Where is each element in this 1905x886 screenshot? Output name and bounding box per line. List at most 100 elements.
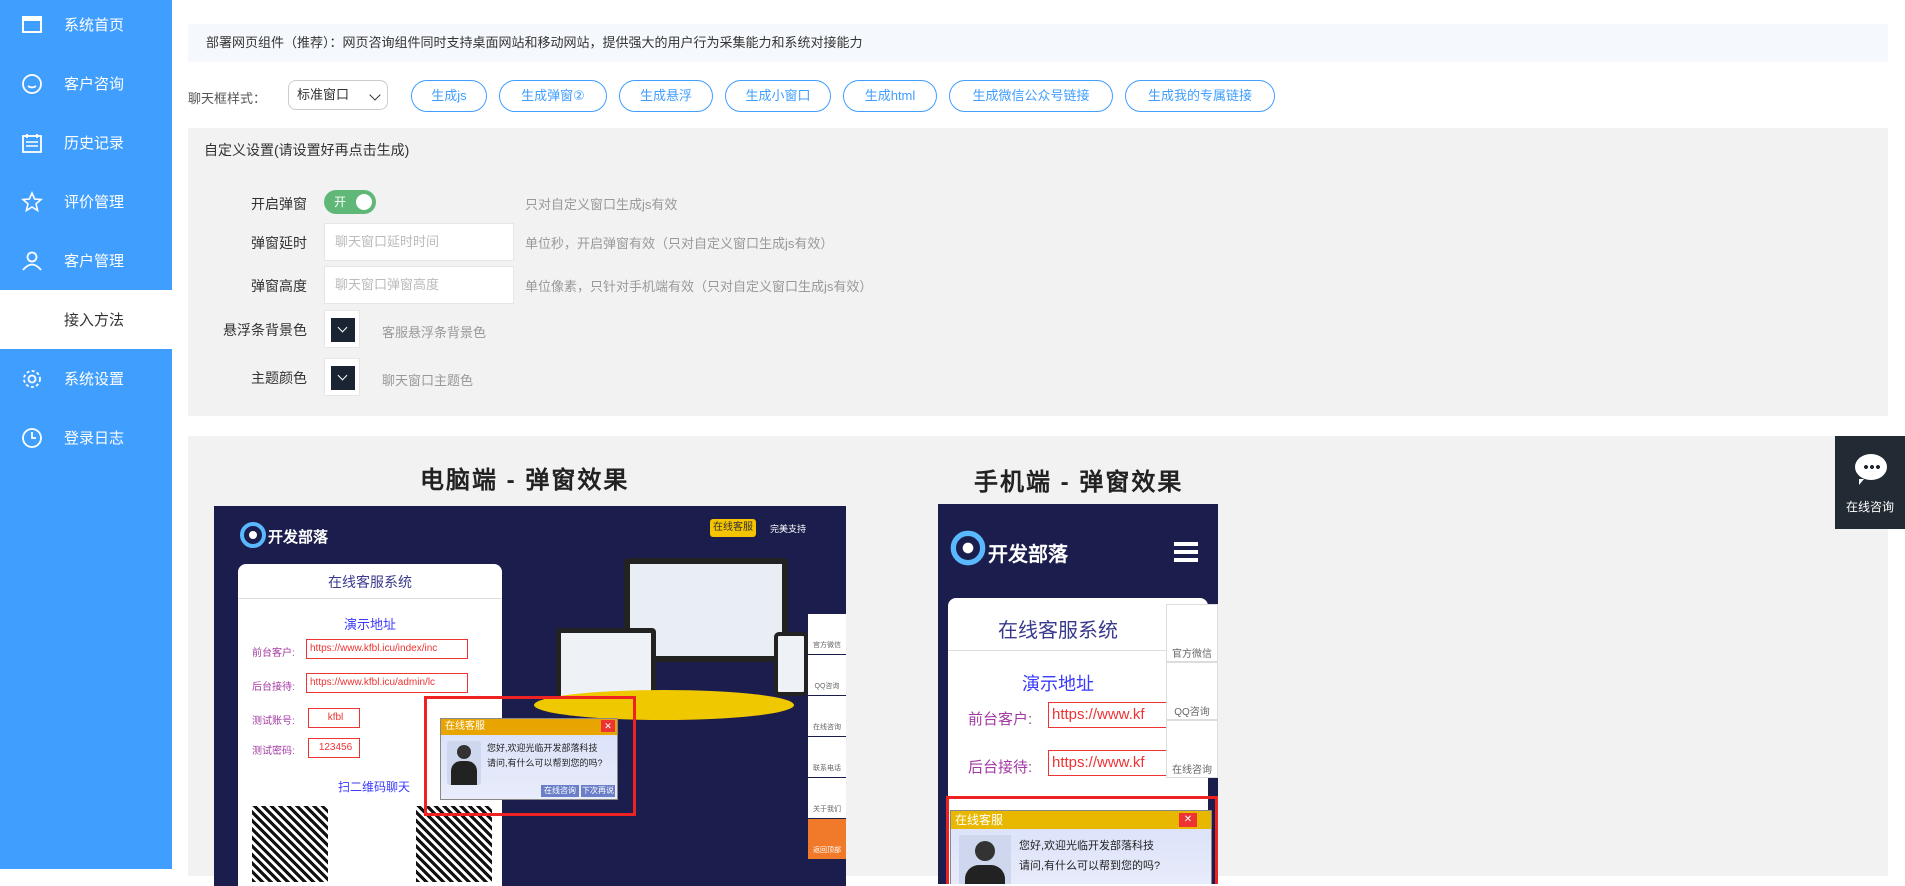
popup-height-row: 弹窗高度 聊天窗口弹窗高度 单位像素，只针对手机端有效（只对自定义窗口生成js有… — [188, 266, 1788, 304]
phone-device — [774, 632, 808, 696]
pc-field-label: 前台客户: — [252, 648, 295, 659]
qr-code — [416, 806, 492, 882]
pc-support-text: 完美支持 — [770, 524, 807, 534]
mobile-field-value: https://www.kf — [1048, 702, 1168, 728]
gen-exclusive-link-button[interactable]: 生成我的专属链接 — [1125, 80, 1275, 112]
popup-delay-label: 弹窗延时 — [251, 235, 307, 251]
sidebar-item-consult[interactable]: 客户咨询 — [0, 54, 172, 113]
pc-field-label: 测试账号: — [252, 716, 295, 727]
sidebar: 系统首页 客户咨询 历史记录 评价管理 客户管理 接入方法 系统设置 登录日志 — [0, 0, 172, 869]
pc-field-label: 测试密码: — [252, 746, 295, 757]
pc-field-value: https://www.kfbl.icu/admin/lc — [306, 673, 468, 693]
pc-side-wechat: 官方微信 — [808, 614, 846, 654]
color-swatch — [331, 366, 355, 390]
gen-wechat-link-button[interactable]: 生成微信公众号链接 — [949, 80, 1113, 112]
chat-style-value: 标准窗口 — [297, 87, 350, 102]
gen-popup-button[interactable]: 生成弹窗② — [499, 80, 607, 112]
logo-icon — [950, 530, 986, 566]
float-bg-row: 悬浮条背景色 客服悬浮条背景色 — [188, 310, 1788, 348]
float-bg-label: 悬浮条背景色 — [223, 322, 307, 338]
popup-enable-row: 开启弹窗 开 只对自定义窗口生成js有效 — [188, 184, 1788, 222]
popup-height-label: 弹窗高度 — [251, 278, 307, 294]
sidebar-item-label: 客户管理 — [64, 253, 125, 270]
pc-field-value: 123456 — [308, 738, 360, 758]
sidebar-item-login-log[interactable]: 登录日志 — [0, 408, 172, 467]
popup-enable-hint: 只对自定义窗口生成js有效 — [525, 197, 678, 212]
popup-enable-toggle[interactable]: 开 — [324, 190, 376, 214]
generate-toolbar: 聊天框样式： 标准窗口 生成js 生成弹窗② 生成悬浮 生成小窗口 生成html… — [188, 80, 1888, 112]
sidebar-item-label: 接入方法 — [64, 312, 125, 329]
chevron-down-icon — [369, 89, 381, 101]
sidebar-item-history[interactable]: 历史记录 — [0, 113, 172, 172]
gear-icon — [23, 369, 41, 388]
chat-style-select[interactable]: 标准窗口 — [288, 80, 388, 110]
float-chat-button[interactable]: 在线咨询 — [1835, 436, 1905, 529]
theme-color-label: 主题颜色 — [251, 370, 307, 386]
toggle-knob — [356, 194, 372, 210]
mobile-field-value: https://www.kf — [1048, 750, 1168, 776]
mobile-preview-title: 手机端 - 弹窗效果 — [974, 469, 1184, 496]
pc-preview-title: 电脑端 - 弹窗效果 — [420, 467, 630, 494]
color-swatch — [331, 318, 355, 342]
main-content: 部署网页组件（推荐）：网页咨询组件同时支持桌面网站和移动网站，提供强大的用户行为… — [172, 0, 1905, 886]
pc-field-value: https://www.kfbl.icu/index/inc — [306, 639, 468, 659]
sidebar-item-label: 系统设置 — [64, 371, 125, 388]
sidebar-item-home[interactable]: 系统首页 — [0, 0, 172, 54]
monitor-icon — [22, 15, 42, 33]
highlight-box — [424, 696, 636, 816]
sidebar-item-customers[interactable]: 客户管理 — [0, 231, 172, 290]
pc-card-sub: 演示地址 — [343, 617, 396, 632]
chat-style-label: 聊天框样式： — [188, 91, 267, 106]
float-chat-label: 在线咨询 — [1845, 500, 1894, 514]
theme-color-row: 主题颜色 聊天窗口主题色 — [188, 358, 1788, 396]
pc-side-phone: 联系电话 — [808, 737, 846, 777]
pc-side-about: 关于我们 — [808, 778, 846, 818]
highlight-box — [946, 796, 1218, 884]
mobile-card-title: 在线客服系统 — [998, 620, 1118, 642]
mobile-preview-image: 开发部落 在线客服系统 演示地址 前台客户: https://www.kf 后台… — [938, 504, 1218, 884]
star-icon — [21, 190, 43, 212]
chat-dots — [1863, 465, 1881, 469]
logo-icon — [240, 522, 266, 548]
pc-field-value: kfbl — [308, 708, 360, 728]
user-icon — [22, 251, 42, 271]
notice-bar: 部署网页组件（推荐）：网页咨询组件同时支持桌面网站和移动网站，提供强大的用户行为… — [188, 24, 1888, 62]
popup-height-hint: 单位像素，只针对手机端有效（只对自定义窗口生成js有效） — [525, 279, 873, 294]
float-bg-hint: 客服悬浮条背景色 — [382, 325, 487, 340]
mobile-side-online: 在线咨询 — [1166, 720, 1218, 778]
sidebar-item-rating[interactable]: 评价管理 — [0, 172, 172, 231]
gen-html-button[interactable]: 生成html — [843, 80, 937, 112]
clock-icon — [22, 427, 42, 448]
theme-color-hint: 聊天窗口主题色 — [382, 373, 474, 388]
pc-qr-label: 扫二维码聊天 — [338, 780, 411, 794]
mobile-side-wechat: 官方微信 — [1166, 604, 1218, 662]
gen-small-window-button[interactable]: 生成小窗口 — [725, 80, 831, 112]
settings-title: 自定义设置(请设置好再点击生成) — [204, 142, 410, 158]
mobile-side-qq: QQ咨询 — [1166, 662, 1218, 720]
gen-js-button[interactable]: 生成js — [411, 80, 487, 112]
pc-field-label: 后台接待: — [252, 682, 295, 693]
sidebar-item-access[interactable]: 接入方法 — [0, 290, 172, 349]
mobile-field-label: 后台接待: — [968, 759, 1033, 776]
popup-delay-row: 弹窗延时 聊天窗口延时时间 单位秒，开启弹窗有效（只对自定义窗口生成js有效） — [188, 223, 1788, 261]
popup-delay-input[interactable]: 聊天窗口延时时间 — [324, 223, 514, 261]
sidebar-item-label: 评价管理 — [64, 194, 125, 211]
popup-enable-label: 开启弹窗 — [251, 196, 307, 212]
sidebar-item-label: 登录日志 — [64, 430, 125, 447]
smile-icon — [22, 73, 42, 94]
popup-height-input[interactable]: 聊天窗口弹窗高度 — [324, 266, 514, 304]
pc-logo-text: 开发部落 — [268, 529, 329, 546]
preview-section: 电脑端 - 弹窗效果 手机端 - 弹窗效果 开发部落 在线客服 完美支持 在线客… — [188, 436, 1888, 886]
toggle-text: 开 — [334, 195, 347, 209]
theme-color-picker[interactable] — [324, 358, 360, 396]
calendar-icon — [22, 133, 42, 153]
pc-side-top: 返回顶部 — [808, 819, 846, 859]
pc-card-title: 在线客服系统 — [328, 574, 412, 590]
sidebar-item-label: 历史记录 — [64, 135, 125, 152]
gen-float-button[interactable]: 生成悬浮 — [619, 80, 713, 112]
float-bg-color-picker[interactable] — [324, 310, 360, 348]
sidebar-item-label: 客户咨询 — [64, 76, 125, 93]
sidebar-item-settings[interactable]: 系统设置 — [0, 349, 172, 408]
custom-settings-panel: 自定义设置(请设置好再点击生成) 开启弹窗 开 只对自定义窗口生成js有效 弹窗… — [188, 128, 1888, 416]
popup-delay-hint: 单位秒，开启弹窗有效（只对自定义窗口生成js有效） — [525, 236, 834, 251]
